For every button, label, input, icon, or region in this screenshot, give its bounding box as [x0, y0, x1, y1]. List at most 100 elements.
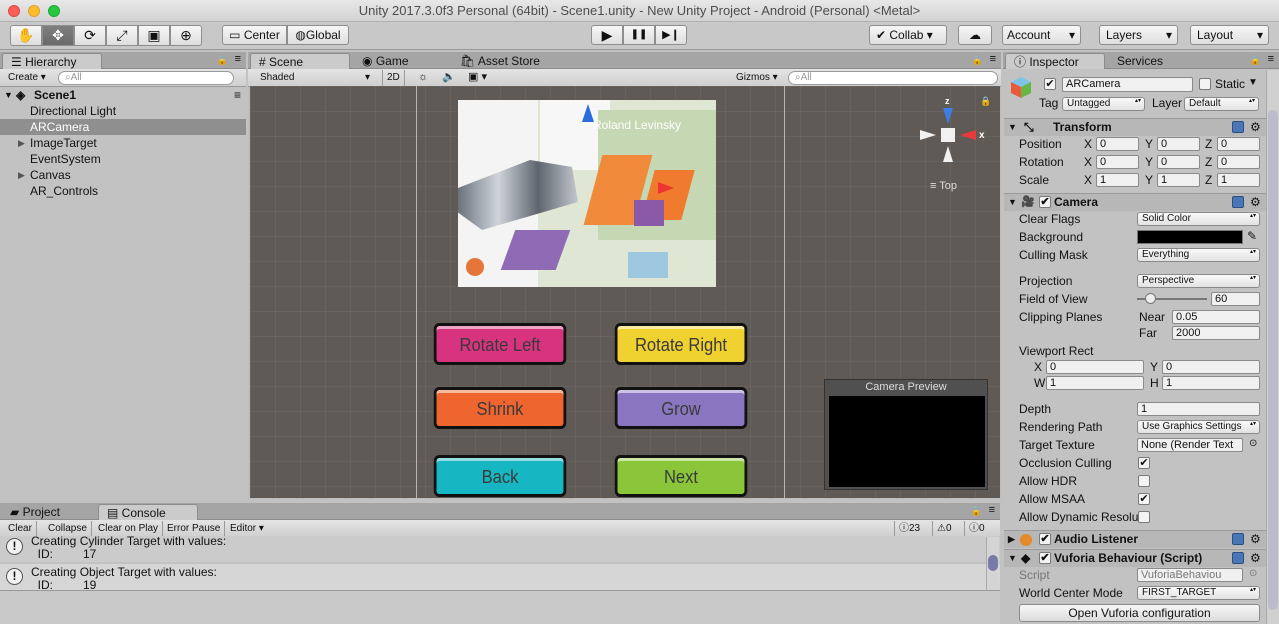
background-color-swatch[interactable]	[1137, 230, 1243, 244]
rotation-x-field[interactable]: 0	[1096, 155, 1139, 169]
console-editor-dropdown[interactable]: Editor ▾	[226, 521, 268, 537]
layer-dropdown[interactable]: Default	[1184, 97, 1259, 111]
lock-icon[interactable]: 🔒	[1250, 55, 1261, 66]
scene-root-row[interactable]: ▼ ◈ Scene1 ≡	[0, 87, 246, 103]
object-picker-icon[interactable]: ⊙	[1249, 438, 1257, 449]
axis-neg-x-cone-icon[interactable]	[920, 130, 936, 140]
position-y-field[interactable]: 0	[1157, 137, 1200, 151]
viewport-h-field[interactable]: 1	[1162, 376, 1260, 390]
toggle-2d-button[interactable]: 2D	[382, 70, 405, 86]
gizmo-lock-icon[interactable]: 🔒	[980, 96, 991, 107]
viewport-y-field[interactable]: 0	[1162, 360, 1260, 374]
allow-dynamic-resolution-checkbox[interactable]	[1138, 511, 1150, 523]
collapse-arrow-icon[interactable]: ▼	[1008, 550, 1017, 567]
fov-slider-track[interactable]	[1137, 293, 1207, 304]
console-error-filter[interactable]: ⓘ0	[964, 521, 989, 537]
shading-dropdown[interactable]: Shaded ▾	[256, 70, 374, 86]
rotate-right-button[interactable]: Rotate Right	[614, 323, 748, 365]
axis-z-cone-icon[interactable]	[943, 108, 953, 124]
lock-icon[interactable]: 🔒	[972, 55, 983, 66]
vuforia-enabled-checkbox[interactable]: ✔	[1039, 552, 1051, 564]
scale-tool-icon[interactable]: ⤢	[106, 25, 138, 46]
move-tool-icon[interactable]: ✥	[42, 25, 74, 46]
rotate-tool-icon[interactable]: ⟳	[74, 25, 106, 46]
back-button[interactable]: Back	[433, 455, 567, 497]
occlusion-culling-checkbox[interactable]: ✔	[1138, 457, 1150, 469]
rotation-y-field[interactable]: 0	[1157, 155, 1200, 169]
expand-arrow-icon[interactable]: ▶	[18, 135, 25, 151]
projection-dropdown[interactable]: Perspective	[1137, 274, 1260, 288]
static-dropdown-icon[interactable]: ▼	[1248, 77, 1258, 88]
far-field[interactable]: 2000	[1172, 326, 1260, 340]
collapse-arrow-icon[interactable]: ▶	[1008, 531, 1015, 548]
culling-mask-dropdown[interactable]: Everything	[1137, 248, 1260, 262]
hierarchy-search-input[interactable]: ⌕All	[58, 71, 234, 85]
tag-dropdown[interactable]: Untagged	[1062, 97, 1145, 111]
tab-project[interactable]: ▰ Project	[2, 504, 92, 520]
gameobject-name-input[interactable]: ARCamera	[1062, 77, 1193, 92]
hierarchy-item[interactable]: AR_Controls	[0, 183, 246, 199]
console-info-filter[interactable]: ⓘ23	[894, 521, 924, 537]
rendering-path-dropdown[interactable]: Use Graphics Settings	[1137, 420, 1260, 434]
axis-x-cone-icon[interactable]	[960, 130, 976, 140]
rotate-left-button[interactable]: Rotate Left	[433, 323, 567, 365]
gear-icon[interactable]: ⚙	[1250, 196, 1261, 208]
gizmo-center-cube-icon[interactable]	[941, 128, 955, 142]
help-icon[interactable]	[1232, 121, 1244, 133]
scene-viewport[interactable]: Roland Levinsky Rotate Left Rotate Right…	[250, 86, 1000, 498]
scrollbar-thumb[interactable]	[988, 555, 998, 571]
axis-neg-z-cone-icon[interactable]	[943, 146, 953, 162]
gizmos-dropdown[interactable]: Gizmos ▾	[732, 70, 782, 86]
tab-services[interactable]: Services	[1109, 53, 1189, 69]
grow-button[interactable]: Grow	[614, 387, 748, 429]
move-gizmo-x-icon[interactable]	[658, 182, 674, 194]
scale-z-field[interactable]: 1	[1217, 173, 1260, 187]
effects-dropdown-icon[interactable]: ▣ ▾	[464, 70, 491, 86]
depth-field[interactable]: 1	[1137, 402, 1260, 416]
audio-listener-header[interactable]: ▶ ✔ Audio Listener	[1004, 530, 1266, 548]
move-gizmo-y-icon[interactable]	[582, 104, 594, 122]
position-x-field[interactable]: 0	[1096, 137, 1139, 151]
scrollbar-thumb[interactable]	[1268, 110, 1278, 610]
scale-x-field[interactable]: 1	[1096, 173, 1139, 187]
allow-msaa-checkbox[interactable]: ✔	[1138, 493, 1150, 505]
lock-icon[interactable]: 🔒	[971, 506, 982, 517]
collapse-arrow-icon[interactable]: ▼	[1008, 119, 1017, 136]
shrink-button[interactable]: Shrink	[433, 387, 567, 429]
tab-hierarchy[interactable]: ☰ Hierarchy	[2, 53, 102, 69]
step-button[interactable]: ▶❙	[655, 25, 687, 45]
gear-icon[interactable]: ⚙	[1250, 121, 1261, 133]
zoom-window-button[interactable]	[48, 5, 60, 17]
play-button[interactable]: ▶	[591, 25, 623, 45]
help-icon[interactable]	[1232, 552, 1244, 564]
viewport-w-field[interactable]: 1	[1046, 376, 1144, 390]
panel-menu-icon[interactable]: ≡	[235, 53, 241, 65]
eyedropper-icon[interactable]: ✎	[1247, 229, 1257, 243]
panel-menu-icon[interactable]: ≡	[989, 504, 995, 516]
console-entry[interactable]: ! Creating Cylinder Target with values: …	[0, 535, 1000, 562]
help-icon[interactable]	[1232, 196, 1244, 208]
scene-orientation-gizmo[interactable]: z x ≡ Top	[914, 94, 985, 192]
scene-menu-icon[interactable]: ≡	[234, 87, 241, 103]
transform-header[interactable]: ▼ ⤡ Transform	[1004, 118, 1266, 136]
camera-header[interactable]: ▼ 🎥 ✔ Camera	[1004, 193, 1266, 211]
viewport-x-field[interactable]: 0	[1046, 360, 1144, 374]
pivot-center-button[interactable]: ▭ Center	[222, 25, 287, 45]
fov-field[interactable]: 60	[1211, 292, 1260, 306]
hand-tool-icon[interactable]: ✋	[10, 25, 42, 46]
close-window-button[interactable]	[8, 5, 20, 17]
lock-icon[interactable]: 🔒	[217, 55, 228, 66]
expand-down-icon[interactable]: ▼	[4, 87, 13, 103]
hierarchy-item[interactable]: ▶ ImageTarget	[0, 135, 246, 151]
hierarchy-item[interactable]: ▶ Canvas	[0, 167, 246, 183]
rect-tool-icon[interactable]: ▣	[138, 25, 170, 46]
tab-inspector[interactable]: ⓘ Inspector	[1005, 53, 1105, 69]
near-field[interactable]: 0.05	[1172, 310, 1260, 324]
collapse-arrow-icon[interactable]: ▼	[1008, 194, 1017, 211]
gear-icon[interactable]: ⚙	[1250, 533, 1261, 545]
console-warning-filter[interactable]: ⚠0	[932, 521, 956, 537]
layers-dropdown[interactable]: Layers ▾	[1099, 25, 1178, 45]
transform-tool-icon[interactable]: ⊕	[170, 25, 202, 46]
minimize-window-button[interactable]	[28, 5, 40, 17]
clear-flags-dropdown[interactable]: Solid Color	[1137, 212, 1260, 226]
